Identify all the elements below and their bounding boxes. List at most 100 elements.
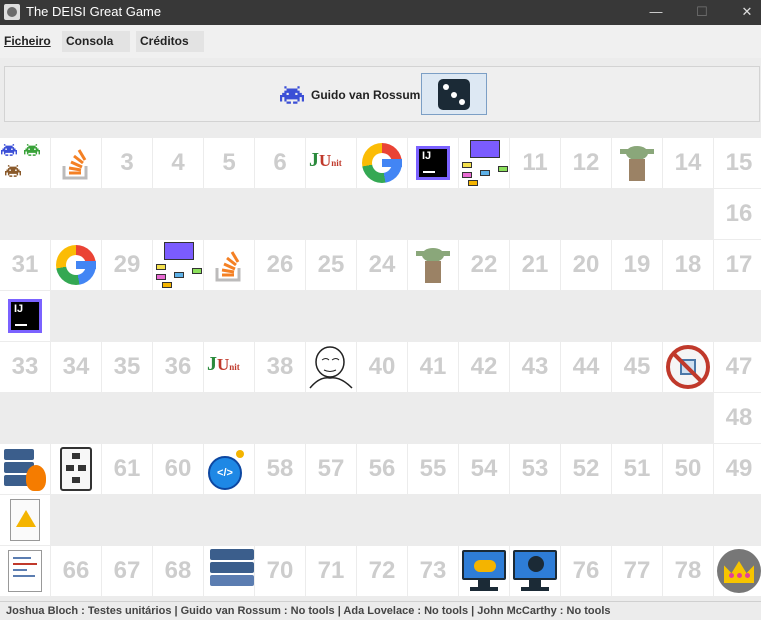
skull-monitor-icon	[513, 550, 557, 592]
app-icon	[4, 4, 20, 20]
board-cell: 35	[102, 342, 152, 392]
board-cell: 4	[153, 138, 203, 188]
menu-consola[interactable]: Consola	[62, 31, 130, 52]
no-copy-paste-icon	[666, 345, 710, 389]
title-bar: The DEISI Great Game — ☐ ✕	[0, 0, 761, 25]
board-cell: 36	[153, 342, 203, 392]
board-cell: 12	[561, 138, 611, 188]
cell-number: 14	[674, 149, 702, 176]
cell-number: 4	[171, 149, 185, 176]
board-cell	[0, 138, 50, 188]
board-cell: 11	[510, 138, 560, 188]
board-cell	[408, 240, 458, 290]
menu-bar: Ficheiro Consola Créditos	[0, 25, 761, 58]
cell-number: 71	[317, 557, 345, 584]
cell-number: 55	[419, 455, 447, 482]
board-cell: 29	[102, 240, 152, 290]
intellij-icon: IJ	[416, 146, 450, 180]
window-title: The DEISI Great Game	[26, 4, 162, 19]
cell-number: 22	[470, 251, 498, 278]
board-cell: JUnit	[306, 138, 356, 188]
cell-number: 48	[725, 404, 753, 431]
roll-dice-button[interactable]	[421, 73, 487, 115]
board-cell: 41	[408, 342, 458, 392]
board-cell: 18	[663, 240, 713, 290]
board-cell	[153, 240, 203, 290]
board-cell	[204, 240, 254, 290]
cell-number: 41	[419, 353, 447, 380]
board-cell: 73	[408, 546, 458, 596]
meme-face-icon	[306, 342, 356, 392]
menu-ficheiro[interactable]: Ficheiro	[0, 31, 56, 52]
cell-number: 29	[113, 251, 141, 278]
cell-number: 35	[113, 353, 141, 380]
google-icon	[362, 143, 402, 183]
maximize-button[interactable]: ☐	[679, 0, 725, 25]
board-cell	[459, 138, 509, 188]
board-cell: 25	[306, 240, 356, 290]
board-cell	[51, 138, 101, 188]
cell-number: 45	[623, 353, 651, 380]
cell-number: 25	[317, 251, 345, 278]
board-cell: 70	[255, 546, 305, 596]
yoda-icon	[620, 144, 654, 184]
board-cell: 15	[714, 138, 761, 188]
board-cell: 33	[0, 342, 50, 392]
board-cell: 24	[357, 240, 407, 290]
board-cell: IJ	[0, 291, 50, 341]
cell-number: 40	[368, 353, 396, 380]
board-cell	[51, 240, 101, 290]
board-cell: 51	[612, 444, 662, 494]
board-cell: IJ	[408, 138, 458, 188]
cell-number: 43	[521, 353, 549, 380]
board-cell: 52	[561, 444, 611, 494]
board-cell: 54	[459, 444, 509, 494]
board-cell: </>	[204, 444, 254, 494]
cell-number: 66	[62, 557, 90, 584]
board-cell: 44	[561, 342, 611, 392]
cell-number: 77	[623, 557, 651, 584]
board-cell: 76	[561, 546, 611, 596]
close-button[interactable]: ✕	[724, 0, 761, 25]
board-cell: 47	[714, 342, 761, 392]
server-rack-icon	[208, 549, 254, 593]
status-bar: Joshua Bloch : Testes unitários | Guido …	[0, 601, 761, 620]
board-cell: 21	[510, 240, 560, 290]
board-cell	[0, 495, 50, 545]
current-player-panel: Guido van Rossum	[4, 66, 760, 122]
current-player-name: Guido van Rossum	[311, 88, 421, 102]
cell-number: 44	[572, 353, 600, 380]
game-board: 3 4 5 6 JUnit IJ 11 12 14 15 16 31 29 26 25 24 22 21 20 19 1…	[0, 138, 761, 598]
board-cell: 26	[255, 240, 305, 290]
board-cell: 14	[663, 138, 713, 188]
stackoverflow-icon	[61, 146, 91, 180]
cell-number: 15	[725, 149, 753, 176]
cell-number: 76	[572, 557, 600, 584]
minimize-button[interactable]: —	[633, 0, 679, 25]
board-cell: 78	[663, 546, 713, 596]
cell-number: 5	[222, 149, 236, 176]
board-cell	[0, 444, 50, 494]
board-cell: 56	[357, 444, 407, 494]
server-fire-icon	[4, 447, 46, 491]
board-cell	[306, 342, 356, 392]
cell-number: 3	[120, 149, 134, 176]
board-cell: 71	[306, 546, 356, 596]
board-cell	[204, 546, 254, 596]
board-cell: 57	[306, 444, 356, 494]
yoda-icon	[416, 246, 450, 286]
players-group-icon	[0, 140, 50, 186]
menu-creditos[interactable]: Créditos	[136, 31, 204, 52]
board-cell: 16	[714, 189, 761, 239]
flowchart-icon	[60, 447, 92, 491]
board-cell	[714, 546, 761, 596]
cell-number: 18	[674, 251, 702, 278]
board-cell: 43	[510, 342, 560, 392]
cell-number: 19	[623, 251, 651, 278]
board-cell: 68	[153, 546, 203, 596]
board-cell: 77	[612, 546, 662, 596]
board-cell	[663, 342, 713, 392]
board-cell: 55	[408, 444, 458, 494]
board-cell: 45	[612, 342, 662, 392]
cell-number: 72	[368, 557, 396, 584]
